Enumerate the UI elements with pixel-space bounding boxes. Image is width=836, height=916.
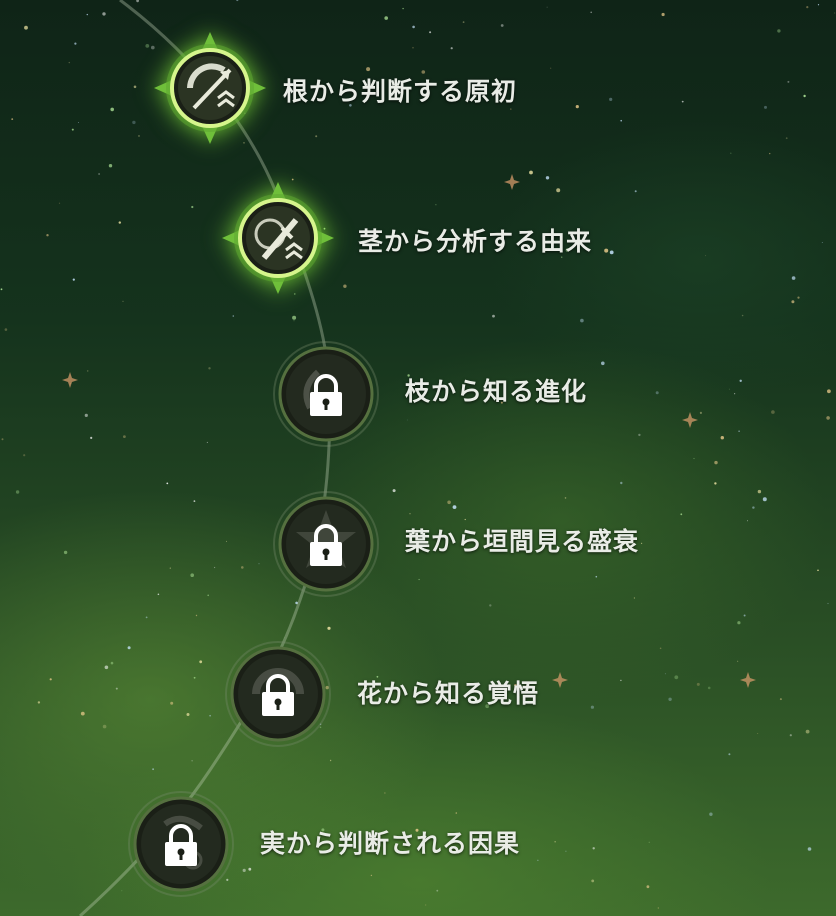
talent-node-4[interactable] xyxy=(270,488,382,600)
talent-node-3[interactable] xyxy=(270,338,382,450)
talent-node-5[interactable] xyxy=(222,638,334,750)
talent-node-2[interactable] xyxy=(222,182,334,294)
talent-label-1: 根から判断する原初 xyxy=(283,77,518,106)
sword-chevron-icon xyxy=(254,218,303,260)
lock-icon xyxy=(165,824,197,866)
talent-label-3: 枝から知る進化 xyxy=(405,377,588,406)
lock-icon xyxy=(262,674,294,716)
talent-label-5: 花から知る覚悟 xyxy=(357,679,540,708)
talent-node-6[interactable] xyxy=(125,788,237,900)
talent-label-2: 茎から分析する由来 xyxy=(358,227,593,256)
lock-icon xyxy=(310,524,342,566)
talent-label-4: 葉から垣間見る盛衰 xyxy=(405,527,640,556)
arrow-chevron-icon xyxy=(187,63,235,110)
lock-icon xyxy=(310,374,342,416)
talent-label-6: 実から判断される因果 xyxy=(260,829,521,858)
constellation-path xyxy=(78,0,332,916)
talent-node-1[interactable] xyxy=(154,32,266,144)
